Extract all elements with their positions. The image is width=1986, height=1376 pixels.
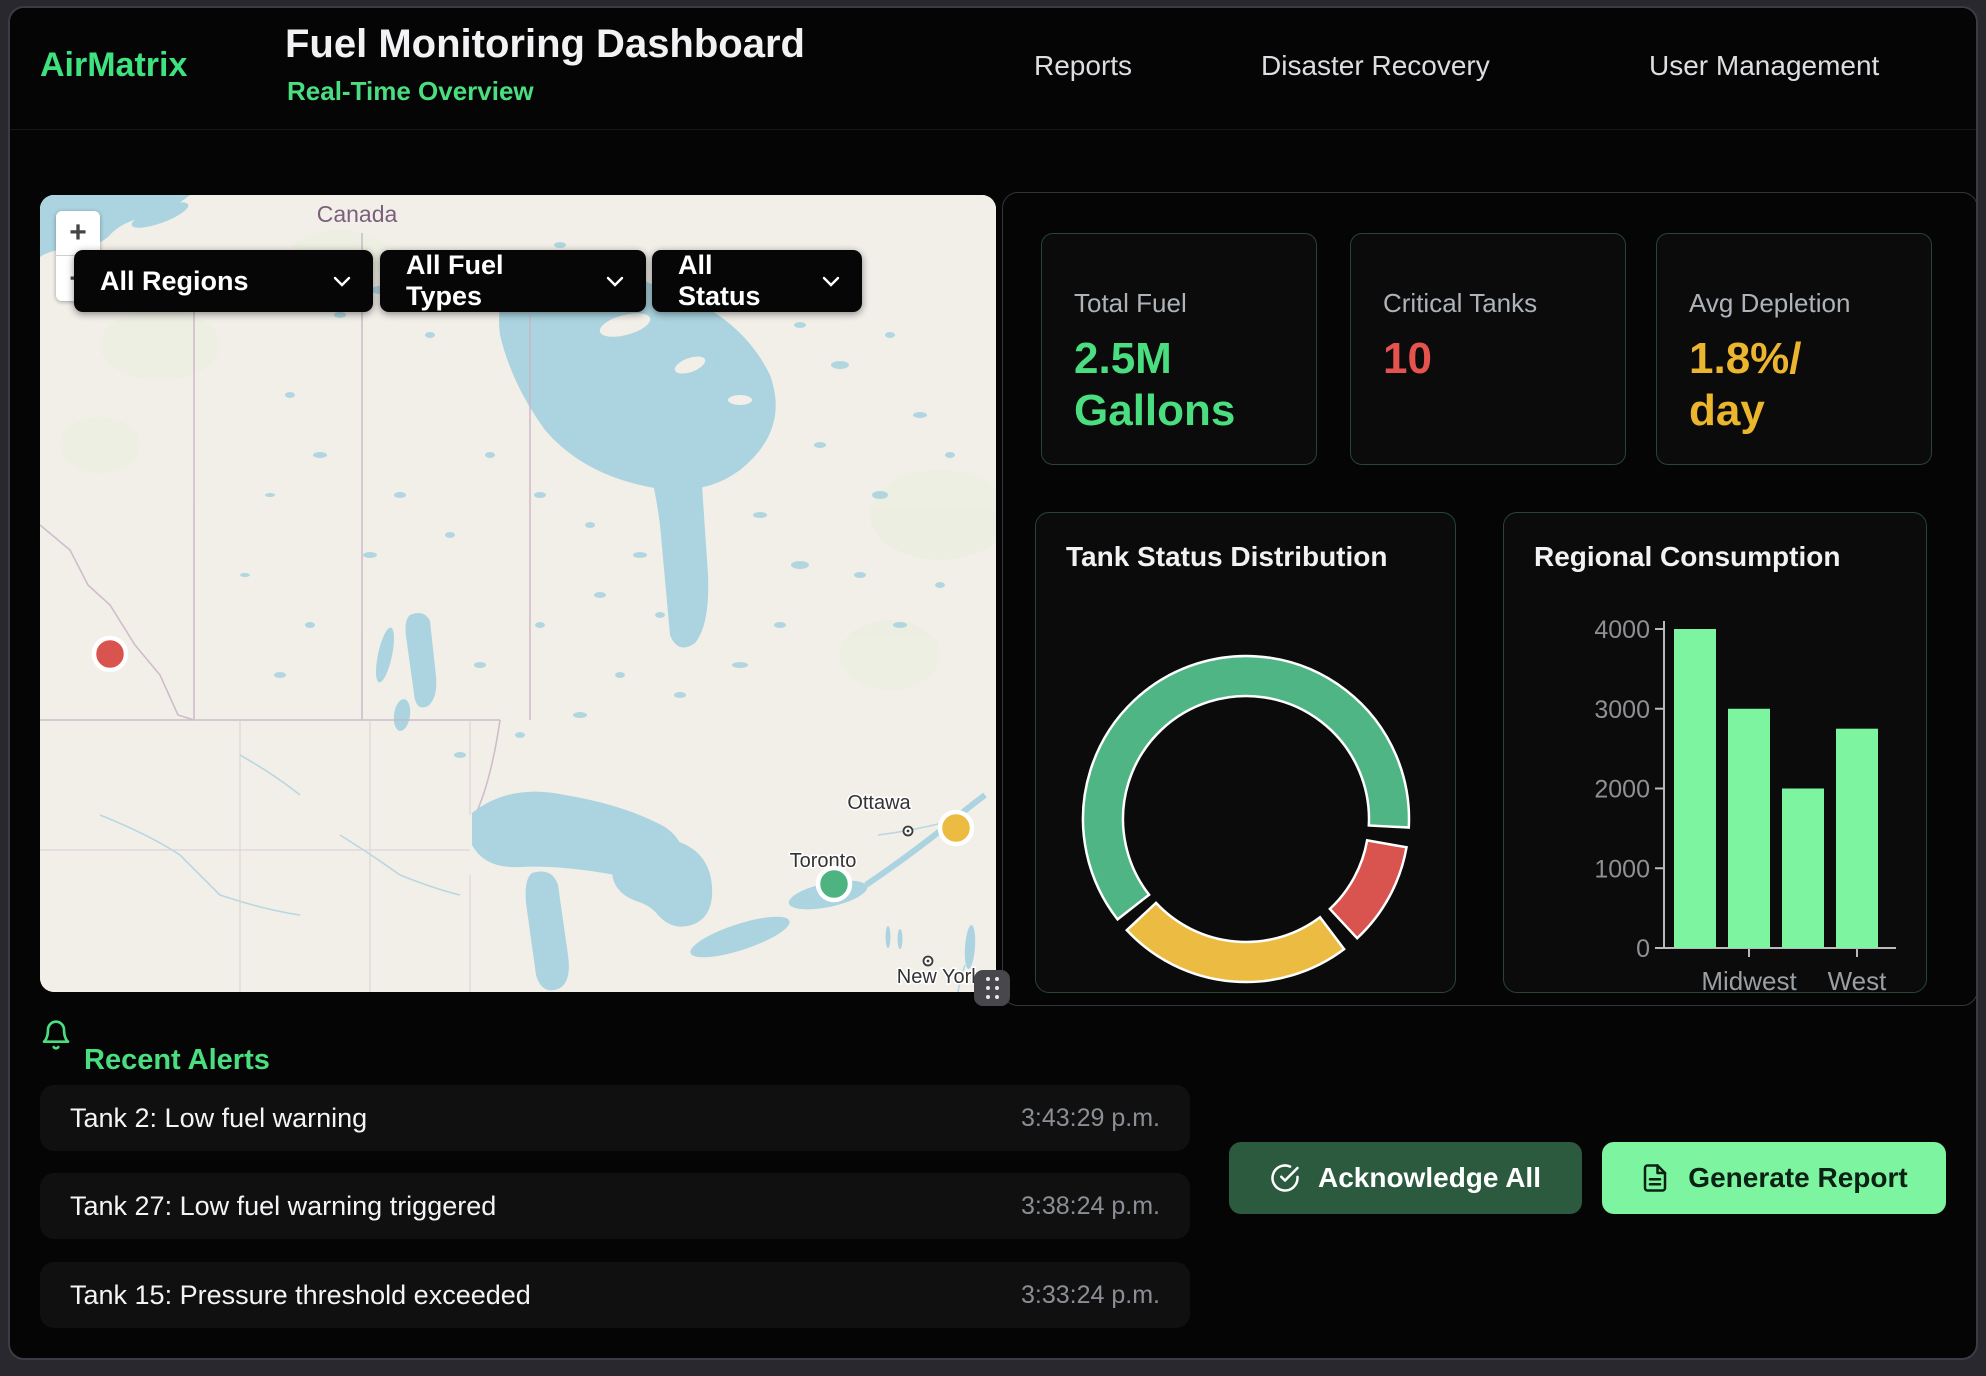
map-filter-bar: All Regions All Fuel Types All Status [74, 250, 862, 312]
alert-list-item[interactable]: Tank 2: Low fuel warning 3:43:29 p.m. [40, 1085, 1190, 1151]
check-circle-icon [1270, 1163, 1300, 1193]
tank-status-donut-chart [1036, 513, 1457, 994]
map-city-label: Toronto [790, 850, 857, 872]
kpi-avg-depletion: Avg Depletion 1.8%/day [1656, 233, 1932, 465]
filter-fuel-types-label: All Fuel Types [406, 250, 582, 312]
donut-segment [1127, 903, 1344, 982]
regional-consumption-card: 0 1000 2000 3000 4000 Midwest West Regional Co… [1503, 512, 1927, 993]
acknowledge-all-label: Acknowledge All [1318, 1162, 1541, 1194]
kpi-value: 1.8%/day [1689, 333, 1813, 437]
filter-regions-label: All Regions [100, 266, 249, 297]
map-label-country: Canada [317, 201, 398, 227]
map-resize-handle[interactable] [974, 970, 1010, 1006]
svg-text:0: 0 [1636, 935, 1650, 963]
header: AirMatrix Fuel Monitoring Dashboard Real… [10, 8, 1976, 130]
alert-timestamp: 3:38:24 p.m. [1021, 1192, 1160, 1221]
filter-status-label: All Status [678, 250, 798, 312]
chart-title: Tank Status Distribution [1066, 541, 1388, 573]
kpi-value: 2.5M Gallons [1074, 333, 1286, 437]
alerts-section-title: Recent Alerts [84, 1044, 270, 1077]
page-subtitle: Real-Time Overview [287, 76, 534, 107]
filter-status-dropdown[interactable]: All Status [652, 250, 862, 312]
dashboard-window: AirMatrix Fuel Monitoring Dashboard Real… [8, 6, 1978, 1360]
map-graphic: Canada Ottawa Toronto New York [40, 195, 996, 992]
tank-status-card: Tank Status Distribution [1035, 512, 1456, 993]
svg-text:3000: 3000 [1594, 696, 1650, 724]
svg-text:West: West [1828, 966, 1888, 994]
svg-text:4000: 4000 [1594, 616, 1650, 644]
nav-item-user-management[interactable]: User Management [1649, 50, 1879, 82]
bar-region-0 [1674, 629, 1716, 948]
nav-item-reports[interactable]: Reports [1034, 50, 1132, 82]
filter-fuel-types-dropdown[interactable]: All Fuel Types [380, 250, 646, 312]
stats-panel: Total Fuel 2.5M Gallons Critical Tanks 1… [1002, 192, 1978, 1006]
tank-marker-warning[interactable] [940, 812, 972, 844]
chevron-down-icon [582, 276, 624, 287]
chevron-down-icon [798, 276, 840, 287]
bar-region-3 [1836, 729, 1878, 948]
alert-timestamp: 3:33:24 p.m. [1021, 1281, 1160, 1310]
bar-region-1 [1728, 709, 1770, 948]
svg-text:Midwest: Midwest [1701, 966, 1797, 994]
regional-consumption-bar-chart: 0 1000 2000 3000 4000 Midwest West [1504, 513, 1928, 994]
kpi-label: Avg Depletion [1689, 288, 1901, 319]
page-title: Fuel Monitoring Dashboard [285, 22, 805, 67]
generate-report-label: Generate Report [1688, 1162, 1907, 1194]
kpi-value: 10 [1383, 333, 1595, 385]
alert-list-item[interactable]: Tank 15: Pressure threshold exceeded 3:3… [40, 1262, 1190, 1328]
alert-text: Tank 2: Low fuel warning [70, 1103, 367, 1134]
map-canvas[interactable]: Canada OttawaTorontoNew York + − All Reg… [40, 195, 996, 992]
file-text-icon [1640, 1163, 1670, 1193]
map-panel: Canada OttawaTorontoNew York + − All Reg… [40, 195, 996, 992]
alert-text: Tank 15: Pressure threshold exceeded [70, 1280, 531, 1311]
kpi-label: Total Fuel [1074, 288, 1286, 319]
map-city-label: Ottawa [847, 792, 911, 814]
alert-text: Tank 27: Low fuel warning triggered [70, 1191, 496, 1222]
tank-marker-critical[interactable] [94, 638, 126, 670]
kpi-label: Critical Tanks [1383, 288, 1595, 319]
tank-marker-normal[interactable] [818, 868, 850, 900]
generate-report-button[interactable]: Generate Report [1602, 1142, 1946, 1214]
donut-segment [1330, 840, 1407, 938]
alert-timestamp: 3:43:29 p.m. [1021, 1104, 1160, 1133]
svg-text:2000: 2000 [1594, 776, 1650, 804]
app-logo: AirMatrix [40, 46, 187, 85]
alert-list-item[interactable]: Tank 27: Low fuel warning triggered 3:38… [40, 1173, 1190, 1239]
kpi-critical-tanks: Critical Tanks 10 [1350, 233, 1626, 465]
chart-title: Regional Consumption [1534, 541, 1840, 573]
acknowledge-all-button[interactable]: Acknowledge All [1229, 1142, 1582, 1214]
chevron-down-icon [309, 276, 351, 287]
bar-region-2 [1782, 789, 1824, 949]
nav-item-disaster-recovery[interactable]: Disaster Recovery [1261, 50, 1490, 82]
filter-regions-dropdown[interactable]: All Regions [74, 250, 373, 312]
kpi-total-fuel: Total Fuel 2.5M Gallons [1041, 233, 1317, 465]
svg-text:1000: 1000 [1594, 855, 1650, 883]
bell-icon [40, 1018, 72, 1057]
map-city-label: New York [897, 966, 982, 988]
